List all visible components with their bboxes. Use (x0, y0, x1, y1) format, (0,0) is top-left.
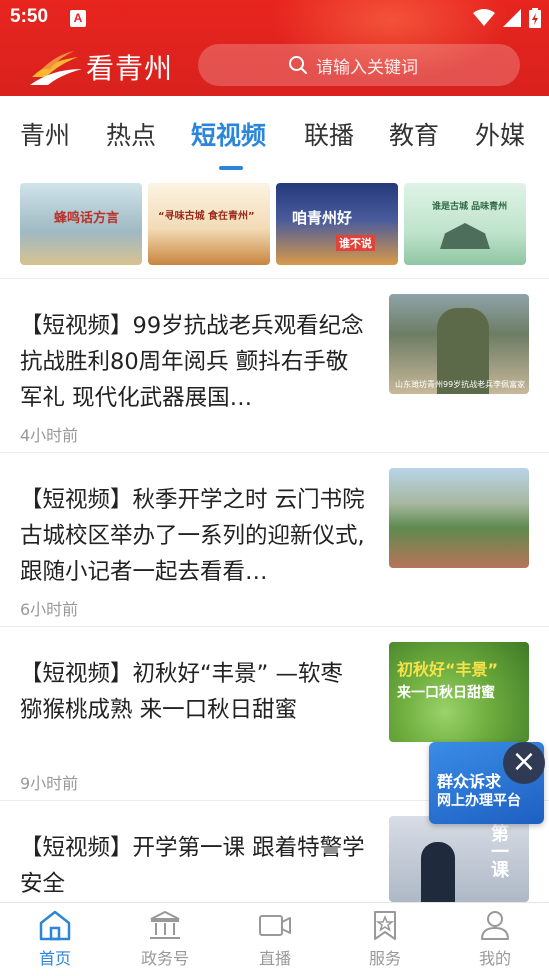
news-title: 【短视频】初秋好“丰景” —软枣猕猴桃成熟 来一口秋日甜蜜 (20, 661, 343, 723)
battery-icon (529, 8, 541, 28)
banner-caption: 咱青州好 (292, 209, 353, 227)
news-thumbnail: 初秋好“丰景” 来一口秋日甜蜜 (389, 642, 529, 742)
search-placeholder: 请输入关键词 (316, 57, 418, 78)
search-icon (289, 56, 307, 74)
news-item[interactable]: 【短视频】秋季开学之时 云门书院古城校区举办了一系列的迎新仪式,跟随小记者一起去… (0, 452, 549, 626)
officer-figure (421, 842, 455, 902)
nav-label: 政务号 (140, 949, 189, 968)
notification-a-icon: A (70, 10, 86, 27)
news-title: 【短视频】99岁抗战老兵观看纪念抗战胜利80周年阅兵 颤抖右手敬军礼 现代化武器… (20, 313, 364, 411)
news-title: 【短视频】开学第一课 跟着特警学安全 (20, 835, 365, 897)
news-title: 【短视频】秋季开学之时 云门书院古城校区举办了一系列的迎新仪式,跟随小记者一起去… (20, 487, 365, 585)
logo-swoosh-icon (30, 51, 82, 85)
nav-label: 直播 (258, 949, 291, 968)
building-illustration (440, 223, 490, 249)
tab-broadcast[interactable]: 联播 (304, 116, 354, 152)
close-icon[interactable]: × (503, 742, 545, 784)
video-camera-icon (259, 915, 291, 936)
float-ad-subtitle: 网上办理平台 (437, 793, 521, 809)
banner-dialect[interactable]: 蜂鸣话方言 (20, 183, 142, 265)
category-tabs: 青州 热点 短视频 联播 教育 外媒 (0, 96, 549, 172)
tab-hot[interactable]: 热点 (106, 116, 156, 152)
nav-government[interactable]: 政务号 (110, 903, 220, 976)
banner-strip: 蜂鸣话方言 “寻味古城 食在青州” 咱青州好 谁不说 谁是古城 品味青州 (0, 183, 549, 267)
news-thumbnail (389, 468, 529, 568)
banner-caption: 谁是古城 品味青州 (432, 202, 508, 212)
app-header: 5:50 A 看青州 请输入关键词 (0, 0, 549, 96)
nav-service[interactable]: 服务 (330, 903, 440, 976)
thumbnail-caption: 山东潍坊青州99岁抗战老兵李佩富家 (395, 380, 526, 389)
news-thumbnail: 第一课 (389, 816, 529, 902)
system-icons (473, 8, 541, 28)
banner-food[interactable]: “寻味古城 食在青州” (148, 183, 270, 265)
tab-education[interactable]: 教育 (389, 116, 439, 152)
banner-caption: 蜂鸣话方言 (54, 211, 120, 226)
news-time: 4小时前 (20, 426, 79, 445)
user-icon (481, 911, 509, 940)
nav-home[interactable]: 首页 (0, 903, 110, 976)
bottom-nav: 首页 政务号 直播 服务 我的 (0, 902, 549, 976)
nav-label: 我的 (478, 949, 511, 968)
banner-ancient-city[interactable]: 谁是古城 品味青州 (404, 183, 526, 265)
nav-label: 首页 (38, 949, 71, 968)
nav-label: 服务 (368, 949, 401, 968)
news-thumbnail: 山东潍坊青州99岁抗战老兵李佩富家 (389, 294, 529, 394)
nav-live[interactable]: 直播 (220, 903, 330, 976)
tab-foreign-media[interactable]: 外媒 (475, 116, 525, 152)
news-time: 6小时前 (20, 600, 79, 619)
home-icon (39, 910, 71, 941)
tab-short-video[interactable]: 短视频 (191, 116, 266, 152)
float-ad-title: 群众诉求 (437, 772, 502, 791)
active-tab-indicator (219, 166, 243, 170)
bookmark-star-icon (374, 911, 396, 940)
thumbnail-subcaption: 来一口秋日甜蜜 (397, 685, 495, 701)
banner-subcaption: 谁不说 (336, 235, 375, 251)
wifi-icon (473, 9, 495, 26)
news-item[interactable]: 【短视频】99岁抗战老兵观看纪念抗战胜利80周年阅兵 颤抖右手敬军礼 现代化武器… (0, 278, 549, 452)
app-name: 看青州 (86, 52, 174, 85)
status-time: 5:50 (10, 6, 49, 27)
news-time: 9小时前 (20, 774, 79, 793)
thumbnail-caption: 初秋好“丰景” (397, 660, 499, 679)
status-bar: 5:50 A (0, 0, 549, 36)
government-icon (150, 910, 180, 939)
signal-icon (503, 9, 521, 27)
search-bar[interactable]: 请输入关键词 (198, 44, 520, 86)
banner-caption: “寻味古城 食在青州” (158, 211, 255, 222)
banner-qingzhou-good[interactable]: 咱青州好 谁不说 (276, 183, 398, 265)
app-logo: 看青州 (28, 46, 173, 88)
thumbnail-caption: 第一课 (488, 824, 509, 878)
tab-qingzhou[interactable]: 青州 (20, 116, 70, 152)
nav-profile[interactable]: 我的 (440, 903, 549, 976)
